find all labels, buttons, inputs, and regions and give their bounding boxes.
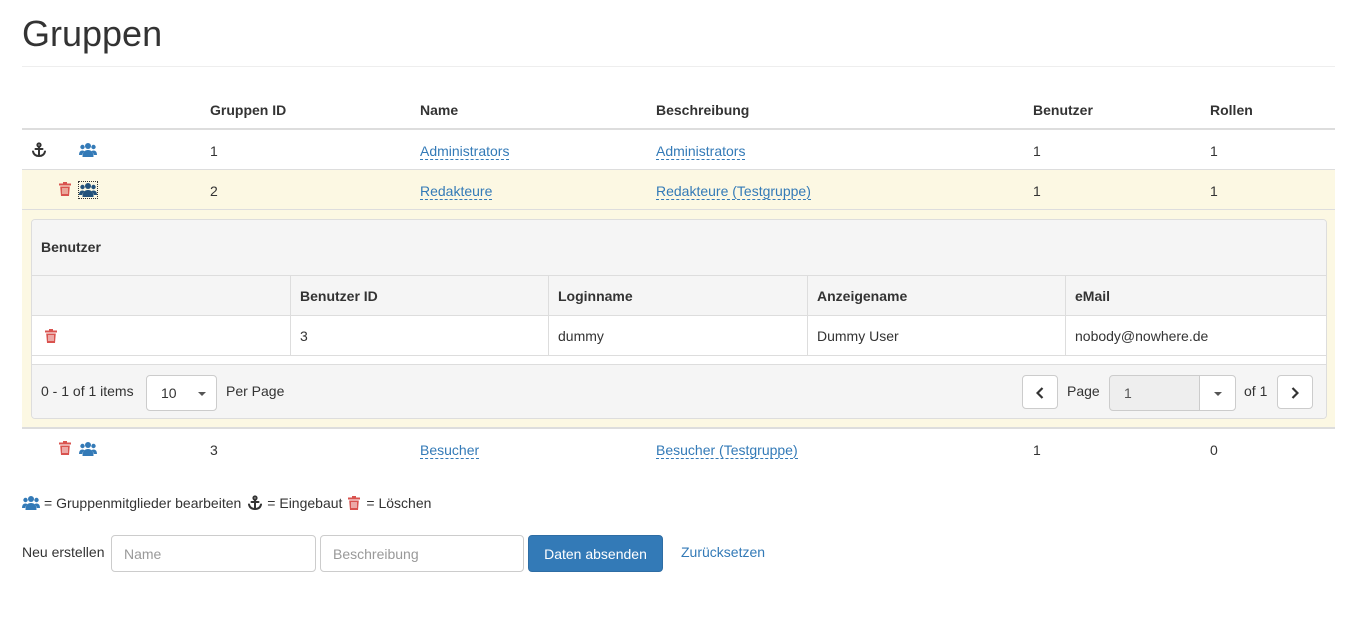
description-input[interactable]	[320, 535, 524, 572]
reset-link[interactable]: Zurücksetzen	[681, 544, 765, 560]
trash-icon	[348, 496, 361, 510]
group-role-count: 1	[1210, 143, 1218, 159]
members-pager: 0 - 1 of 1 items 10 Per Page Page of 1	[32, 364, 1326, 418]
previous-page-button[interactable]	[1022, 375, 1058, 409]
members-panel: Benutzer Benutzer ID Loginname Anzeigena…	[31, 219, 1327, 419]
users-icon[interactable]	[79, 441, 97, 457]
next-page-button[interactable]	[1277, 375, 1313, 409]
icon-legend: = Gruppenmitglieder bearbeiten = Eingeba…	[22, 492, 437, 514]
legend-delete: = Löschen	[366, 495, 432, 511]
new-group-label: Neu erstellen	[22, 544, 105, 560]
chevron-down-icon	[198, 392, 206, 396]
header-display-name: Anzeigename	[807, 276, 1065, 316]
anchor-icon	[248, 495, 263, 511]
members-table-row: 3 dummy Dummy User nobody@nowhere.de	[32, 316, 1326, 356]
legend-edit-members: = Gruppenmitglieder bearbeiten	[44, 495, 242, 511]
trash-icon[interactable]	[59, 182, 71, 196]
header-login: Loginname	[548, 276, 807, 316]
users-icon	[22, 496, 40, 510]
group-name-link[interactable]: Besucher	[420, 442, 480, 459]
title-divider	[22, 66, 1335, 67]
chevron-right-icon	[1291, 387, 1299, 399]
chevron-left-icon	[1036, 387, 1044, 399]
users-icon[interactable]	[79, 142, 97, 158]
legend-builtin: = Eingebaut	[267, 495, 343, 511]
page-size-value: 10	[161, 385, 177, 401]
header-name: Name	[420, 102, 459, 118]
group-description-link[interactable]: Besucher (Testgruppe)	[656, 442, 798, 459]
page-select-dropdown[interactable]	[1199, 375, 1236, 411]
page-size-select[interactable]: 10	[146, 375, 217, 411]
member-user-id: 3	[290, 316, 548, 356]
page-label: Page	[1067, 383, 1100, 399]
name-input[interactable]	[111, 535, 316, 572]
group-user-count: 1	[1033, 442, 1041, 458]
chevron-down-icon	[1214, 392, 1222, 396]
group-role-count: 1	[1210, 183, 1218, 199]
total-pages-label: of 1	[1244, 383, 1268, 399]
group-id: 1	[210, 143, 218, 159]
trash-icon[interactable]	[59, 441, 71, 455]
page-title: Gruppen	[22, 13, 163, 54]
members-panel-title: Benutzer	[41, 239, 101, 255]
group-id: 3	[210, 442, 218, 458]
members-panel-header: Benutzer	[32, 220, 1326, 276]
table-row: 3 Besucher Besucher (Testgruppe) 1 0	[22, 429, 1335, 469]
current-page-input[interactable]	[1109, 375, 1200, 411]
members-table-header: Benutzer ID Loginname Anzeigename eMail	[32, 276, 1326, 316]
table-header-row: Gruppen ID Name Beschreibung Benutzer Ro…	[22, 88, 1335, 130]
header-actions	[32, 276, 290, 316]
header-group-id: Gruppen ID	[210, 102, 287, 118]
header-user-id: Benutzer ID	[290, 276, 548, 316]
header-email: eMail	[1065, 276, 1326, 316]
group-description-link[interactable]: Administrators	[656, 143, 746, 160]
member-actions-cell	[32, 316, 290, 356]
table-row-active: 2 Redakteure Redakteure (Testgruppe) 1 1	[22, 170, 1335, 210]
group-description-link[interactable]: Redakteure (Testgruppe)	[656, 183, 811, 200]
header-users: Benutzer	[1033, 102, 1093, 118]
submit-button[interactable]: Daten absenden	[528, 535, 663, 572]
table-row: 1 Administrators Administrators 1 1	[22, 130, 1335, 170]
group-user-count: 1	[1033, 183, 1041, 199]
users-icon[interactable]	[78, 181, 98, 199]
group-detail-row: Benutzer Benutzer ID Loginname Anzeigena…	[22, 210, 1335, 429]
anchor-icon	[31, 142, 47, 158]
header-description: Beschreibung	[656, 102, 750, 118]
pager-info: 0 - 1 of 1 items	[41, 383, 134, 399]
group-name-link[interactable]: Administrators	[420, 143, 510, 160]
groups-table: Gruppen ID Name Beschreibung Benutzer Ro…	[22, 88, 1335, 469]
member-email: nobody@nowhere.de	[1065, 316, 1326, 356]
group-role-count: 0	[1210, 442, 1218, 458]
header-roles: Rollen	[1210, 102, 1253, 118]
trash-icon[interactable]	[45, 329, 57, 343]
member-login: dummy	[548, 316, 807, 356]
group-user-count: 1	[1033, 143, 1041, 159]
group-name-link[interactable]: Redakteure	[420, 183, 493, 200]
per-page-label: Per Page	[226, 383, 285, 399]
member-display-name: Dummy User	[807, 316, 1065, 356]
group-id: 2	[210, 183, 218, 199]
